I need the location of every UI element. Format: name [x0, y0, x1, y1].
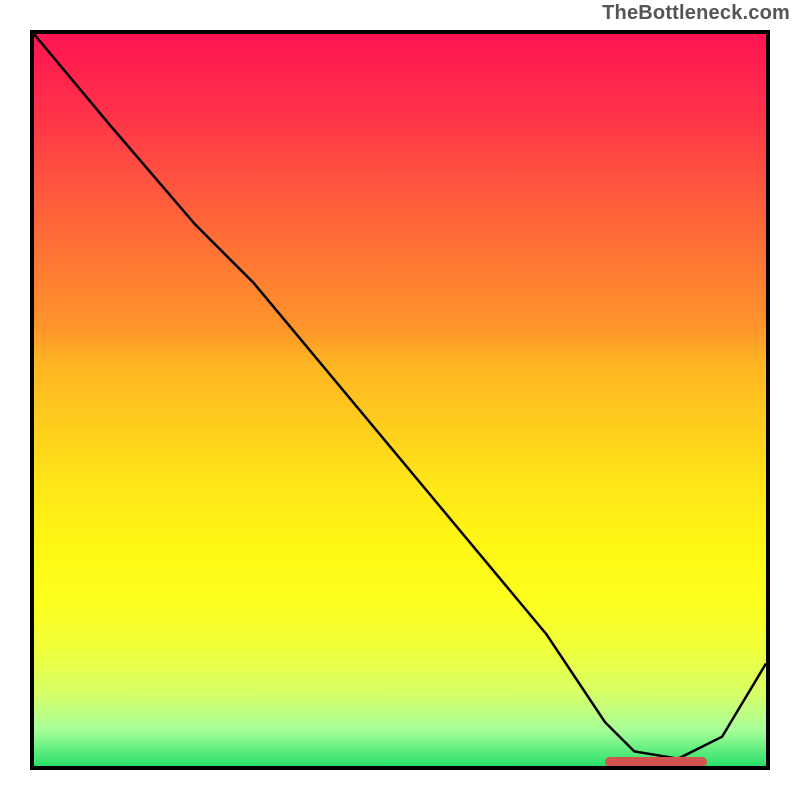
chart-line-series — [34, 34, 766, 766]
bottleneck-curve-path — [34, 34, 766, 759]
watermark-text: TheBottleneck.com — [602, 2, 790, 25]
chart-plot-area — [30, 30, 770, 770]
optimal-range-marker — [605, 757, 707, 767]
